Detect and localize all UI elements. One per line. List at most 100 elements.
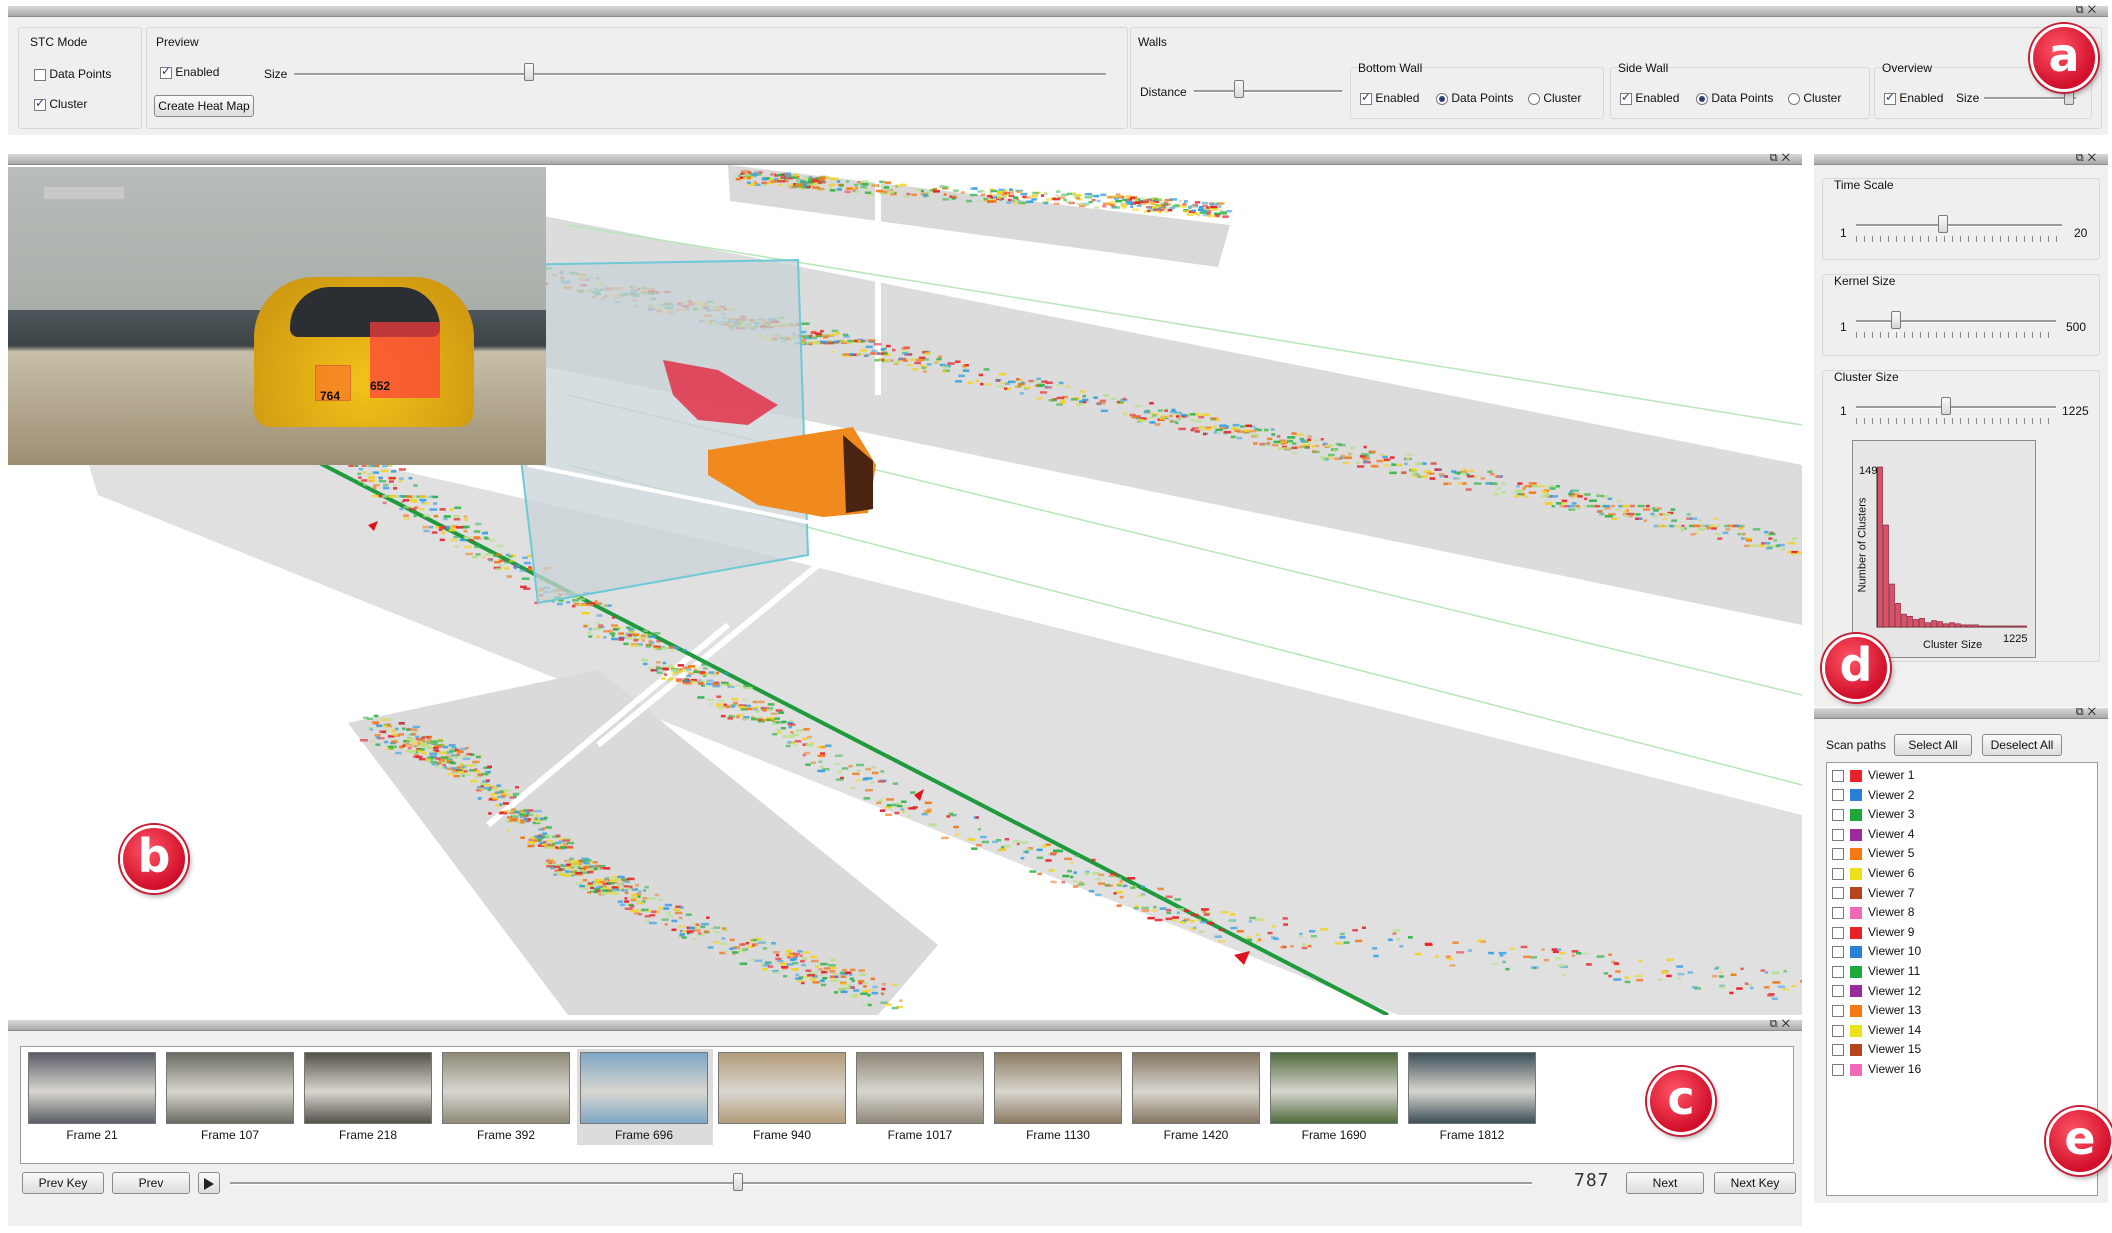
checkbox-box[interactable] [1620,90,1632,105]
viewer-row[interactable]: Viewer 5 [1832,846,1914,860]
viewer-row[interactable]: Viewer 16 [1832,1062,1921,1076]
viewer-row[interactable]: Viewer 12 [1832,984,1921,998]
viewer-row[interactable]: Viewer 4 [1832,827,1914,841]
viewer-row[interactable]: Viewer 6 [1832,866,1914,880]
frame-thumbnail[interactable] [442,1052,570,1124]
panel-dock-close-icons[interactable]: ⧉✕ [2076,152,2100,165]
viewer-row[interactable]: Viewer 10 [1832,944,1921,958]
side-wall-enabled-checkbox[interactable]: Enabled [1620,90,1679,105]
next-button[interactable]: Next [1626,1172,1704,1194]
checkbox-box[interactable] [1360,90,1372,105]
viewer-checkbox[interactable] [1832,848,1844,861]
viewer-row[interactable]: Viewer 13 [1832,1003,1921,1017]
frame-thumbnail[interactable] [856,1052,984,1124]
viewer-checkbox[interactable] [1832,769,1844,782]
play-button[interactable] [198,1172,220,1194]
viewer-checkbox[interactable] [1832,1005,1844,1018]
checkbox-box[interactable] [34,96,46,111]
bottom-wall-cluster-radio[interactable]: Cluster [1528,91,1581,105]
radio-dot[interactable] [1696,92,1708,105]
timeline-slider-track[interactable] [230,1182,1532,1185]
viewer-checkbox[interactable] [1832,1024,1844,1037]
viewer-checkbox[interactable] [1832,965,1844,978]
viewer-checkbox[interactable] [1832,1044,1844,1057]
timeline-slider-handle[interactable] [732,1173,743,1191]
heat-mark [1616,499,1622,502]
radio-dot[interactable] [1528,92,1540,105]
frame-thumbnail[interactable] [28,1052,156,1124]
viewer-row[interactable]: Viewer 9 [1832,925,1914,939]
distance-slider-track[interactable] [1194,90,1342,93]
side-wall-cluster-radio[interactable]: Cluster [1788,91,1841,105]
frame-thumbnail[interactable] [1270,1052,1398,1124]
bottom-wall-enabled-checkbox[interactable]: Enabled [1360,90,1419,105]
panel-dock-close-icons[interactable]: ⧉✕ [2076,4,2100,17]
viewer-row[interactable]: Viewer 2 [1832,788,1914,802]
viewer-checkbox[interactable] [1832,985,1844,998]
next-key-button[interactable]: Next Key [1714,1172,1796,1194]
viewer-checkbox[interactable] [1832,926,1844,939]
checkbox-box[interactable] [1884,90,1896,105]
heat-mark [1594,504,1600,508]
viewer-checkbox[interactable] [1832,907,1844,920]
viewer-row[interactable]: Viewer 7 [1832,886,1914,900]
prev-key-button[interactable]: Prev Key [22,1172,104,1194]
cluster-size-slider-track[interactable] [1856,406,2056,409]
viewer-checkbox[interactable] [1832,809,1844,822]
kernel-size-slider-handle[interactable] [1891,311,1901,329]
checkbox-box[interactable] [160,64,172,79]
viewer-checkbox[interactable] [1832,828,1844,841]
checkbox-box[interactable] [34,68,46,81]
prev-button[interactable]: Prev [112,1172,190,1194]
heat-mark [743,717,748,721]
cluster-checkbox[interactable]: Cluster [34,96,87,111]
viewer-row[interactable]: Viewer 1 [1832,768,1914,782]
viewer-checkbox[interactable] [1832,867,1844,880]
heat-mark [849,995,858,998]
frame-thumbnail[interactable] [580,1052,708,1124]
preview-size-slider-handle[interactable] [524,63,534,81]
preview-size-slider-track[interactable] [294,73,1106,76]
time-scale-slider-handle[interactable] [1937,215,1948,233]
cluster-size-slider-handle[interactable] [1941,397,1951,415]
heat-mark [843,341,847,344]
panel-dock-close-icons[interactable]: ⧉✕ [2076,706,2100,719]
preview-enabled-checkbox[interactable]: Enabled [160,64,219,79]
frame-thumbnail[interactable] [1408,1052,1536,1124]
side-wall-data-points-radio[interactable]: Data Points [1696,91,1773,105]
frame-thumbnail[interactable] [166,1052,294,1124]
viewer-checkbox[interactable] [1832,1063,1844,1076]
viewer-checkbox[interactable] [1832,946,1844,959]
distance-slider-handle[interactable] [1234,80,1244,98]
heat-mark [836,187,842,191]
heat-mark [1041,845,1048,848]
overview-enabled-checkbox[interactable]: Enabled [1884,90,1943,105]
space-time-cube-view[interactable]: 764 652 b [8,165,1802,1015]
deselect-all-button[interactable]: Deselect All [1982,734,2062,756]
panel-dock-close-icons[interactable]: ⧉✕ [1770,1018,1794,1031]
radio-dot[interactable] [1788,92,1800,105]
bottom-wall-data-points-radio[interactable]: Data Points [1436,91,1513,105]
heat-mark [1760,969,1766,972]
viewer-checkbox[interactable] [1832,887,1844,900]
frame-thumbnail[interactable] [718,1052,846,1124]
frame-thumbnail[interactable] [304,1052,432,1124]
viewer-row[interactable]: Viewer 3 [1832,807,1914,821]
overview-size-slider-track[interactable] [1984,97,2076,100]
time-scale-slider-track[interactable] [1856,224,2062,227]
data-points-checkbox[interactable]: Data Points [34,67,111,81]
viewer-row[interactable]: Viewer 11 [1832,964,1920,978]
radio-dot[interactable] [1436,92,1448,105]
viewer-row[interactable]: Viewer 14 [1832,1023,1921,1037]
frame-thumbnail[interactable] [1132,1052,1260,1124]
viewer-row[interactable]: Viewer 8 [1832,905,1914,919]
kernel-size-slider-track[interactable] [1856,320,2056,323]
viewer-row[interactable]: Viewer 15 [1832,1042,1921,1056]
create-heat-map-button[interactable]: Create Heat Map [154,95,254,117]
frame-thumbnail[interactable] [994,1052,1122,1124]
select-all-button[interactable]: Select All [1894,734,1972,756]
panel-dock-close-icons[interactable]: ⧉✕ [1770,152,1794,165]
heat-mark [849,977,854,980]
viewer-checkbox[interactable] [1832,789,1844,802]
heat-mark [1235,427,1241,430]
